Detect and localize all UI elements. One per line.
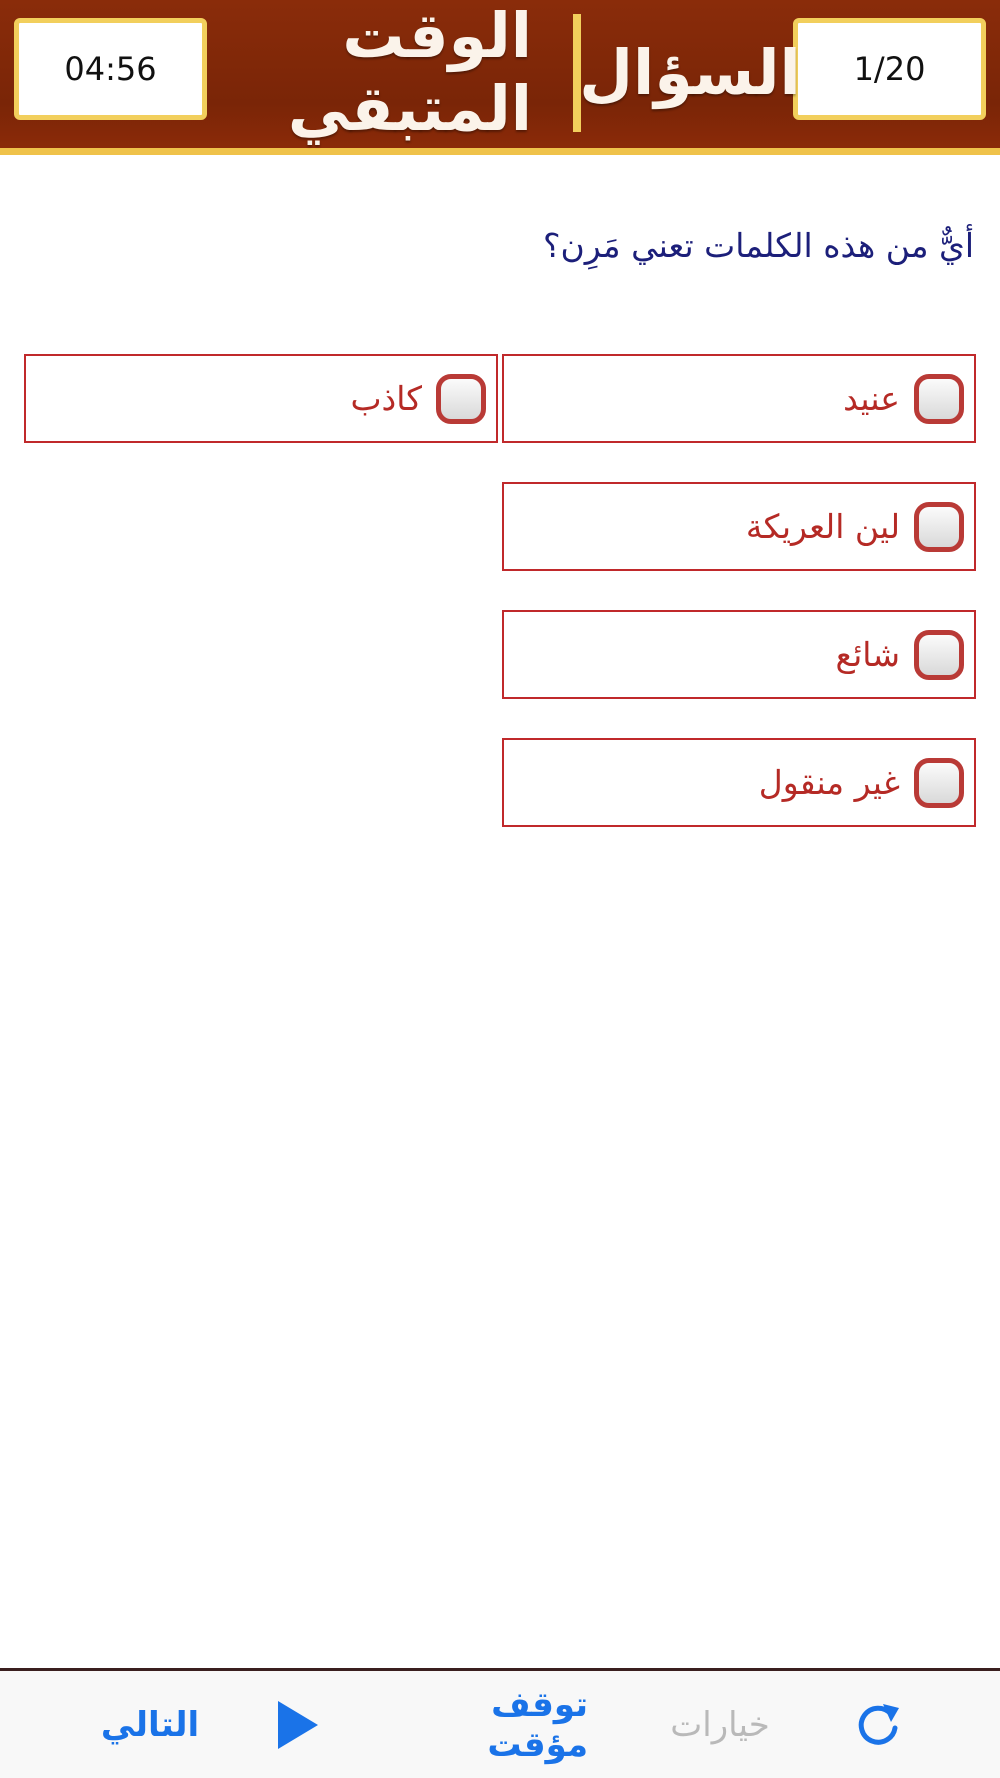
reload-button[interactable] (848, 1671, 908, 1778)
answer-label: كاذب (350, 379, 422, 418)
radio-unchecked-icon[interactable] (914, 757, 964, 808)
question-label: السؤال (579, 35, 801, 109)
bottom-toolbar: التالي توقف مؤقت خيارات (0, 1668, 1000, 1778)
time-remaining-label: الوقت المتبقي (287, 0, 532, 145)
reload-icon (858, 1703, 899, 1745)
radio-unchecked-icon[interactable] (914, 373, 964, 424)
answer-option-3[interactable]: لين العريكة (502, 482, 976, 571)
answer-label: عنيد (843, 379, 900, 418)
answer-option-1[interactable]: عنيد (502, 354, 976, 443)
play-icon (278, 1700, 318, 1749)
answer-option-4[interactable]: شائع (502, 610, 976, 699)
header-divider (573, 14, 581, 132)
countdown-timer: 04:56 (14, 18, 207, 120)
answer-label: لين العريكة (745, 507, 900, 546)
question-text: أيٌّ من هذه الكلمات تعني مَرِن؟ (542, 226, 974, 265)
play-button[interactable] (268, 1671, 328, 1778)
options-button[interactable]: خيارات (655, 1671, 785, 1778)
answer-option-5[interactable]: غير منقول (502, 738, 976, 827)
pause-timer-button[interactable]: توقف مؤقت (388, 1671, 588, 1778)
radio-unchecked-icon[interactable] (914, 501, 964, 552)
answer-option-2[interactable]: كاذب (24, 354, 498, 443)
radio-unchecked-icon[interactable] (914, 629, 964, 680)
question-counter: 1/20 (793, 18, 986, 120)
answer-label: شائع (835, 635, 900, 674)
radio-unchecked-icon[interactable] (436, 373, 486, 424)
answer-label: غير منقول (758, 763, 900, 802)
next-button[interactable]: التالي (90, 1671, 210, 1778)
header-bar: 1/20 السؤال الوقت المتبقي 04:56 (0, 0, 1000, 155)
